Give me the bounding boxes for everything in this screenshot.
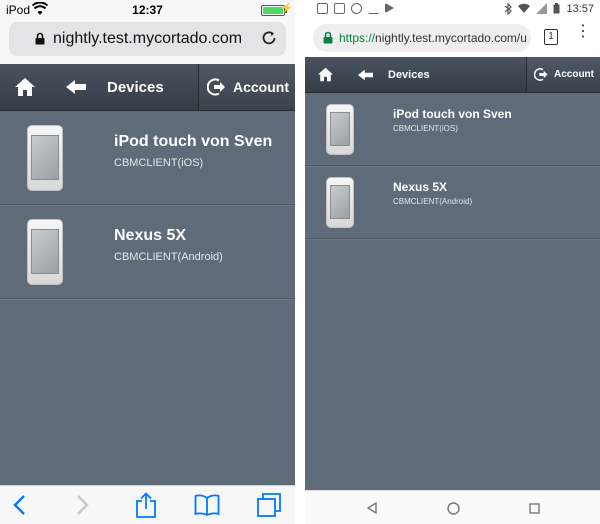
- circle-home-icon: [446, 501, 460, 515]
- browser-forward-button[interactable]: [70, 492, 96, 518]
- logout-icon: [207, 78, 225, 96]
- phone-icon: [326, 177, 354, 228]
- browser-back-button[interactable]: [6, 492, 32, 518]
- home-button[interactable]: [305, 57, 345, 92]
- book-icon: [194, 494, 220, 516]
- address-url: nightly.test.mycortado.com: [53, 30, 243, 47]
- app-navbar: Devices Account: [305, 57, 600, 93]
- wifi-icon: [518, 3, 530, 13]
- share-button[interactable]: [133, 492, 159, 518]
- address-url: https://nightly.test.mycortado.com/u: [339, 31, 527, 45]
- address-host: nightly.test.mycortado.com/u: [375, 31, 527, 45]
- lock-icon: [323, 31, 333, 44]
- status-time: 13:57: [566, 3, 594, 15]
- account-label: Account: [554, 69, 594, 80]
- android-screenshot: 13:57 https://nightly.test.mycortado.com…: [305, 0, 600, 524]
- mail-icon: [317, 3, 328, 14]
- arrow-left-icon: [66, 80, 86, 94]
- device-name: iPod touch von Sven: [114, 133, 273, 150]
- tabs-icon: [257, 493, 281, 517]
- device-list-item[interactable]: Nexus 5X CBMCLIENT(Android): [0, 205, 295, 299]
- overflow-menu-icon[interactable]: ⋮: [575, 24, 591, 47]
- status-time: 12:37: [132, 3, 163, 17]
- arrow-left-icon: [357, 69, 373, 80]
- back-button[interactable]: [353, 57, 377, 92]
- app-content: Devices Account iPod touch von Sven CBMC…: [305, 57, 600, 490]
- app-navbar: Devices Account: [0, 64, 295, 111]
- home-icon: [317, 67, 333, 82]
- page-title: Devices: [388, 68, 430, 81]
- battery-icon: [553, 3, 560, 14]
- address-bar[interactable]: nightly.test.mycortado.com: [9, 22, 286, 56]
- triangle-back-icon: [366, 502, 377, 514]
- bookmarks-button[interactable]: [194, 492, 220, 518]
- device-list-item[interactable]: Nexus 5X CBMCLIENT(Android): [305, 166, 600, 239]
- lock-icon: [35, 32, 45, 45]
- device-list-item[interactable]: iPod touch von Sven CBMCLIENT(iOS): [305, 93, 600, 166]
- system-back-button[interactable]: [364, 500, 380, 516]
- system-recents-button[interactable]: [526, 500, 542, 516]
- android-status-bar: 13:57: [305, 0, 600, 18]
- home-button[interactable]: [0, 64, 50, 110]
- ios-status-bar: iPod 12:37 ⚡: [0, 0, 295, 20]
- account-label: Account: [233, 79, 289, 95]
- reload-icon[interactable]: [260, 29, 278, 47]
- play-store-icon: [385, 3, 394, 13]
- device-name: iPod touch von Sven: [393, 107, 512, 121]
- download-done-icon: [368, 3, 379, 14]
- address-scheme: https://: [339, 31, 376, 45]
- logout-icon: [534, 68, 548, 81]
- device-name: Nexus 5X: [114, 227, 187, 244]
- bluetooth-icon: [504, 3, 512, 15]
- phone-icon: [27, 219, 63, 285]
- safari-toolbar: [0, 485, 295, 524]
- chevron-left-icon: [13, 495, 25, 515]
- device-client: CBMCLIENT(Android): [393, 197, 473, 206]
- charging-icon: ⚡: [280, 3, 293, 14]
- phone-icon: [27, 125, 63, 191]
- android-nav-bar: [305, 490, 600, 524]
- app-content: Devices Account iPod touch von Sven CBMC…: [0, 64, 295, 485]
- chevron-right-icon: [77, 495, 89, 515]
- address-bar[interactable]: https://nightly.test.mycortado.com/u: [313, 24, 531, 52]
- tab-switcher-button[interactable]: 1: [544, 29, 558, 45]
- device-client: CBMCLIENT(Android): [114, 251, 223, 263]
- image-icon: [334, 3, 345, 14]
- back-button[interactable]: [62, 64, 90, 110]
- ios-screenshot: iPod 12:37 ⚡ nightly.test.mycortado.com: [0, 0, 295, 524]
- system-home-button[interactable]: [445, 500, 461, 516]
- device-list-item[interactable]: iPod touch von Sven CBMCLIENT(iOS): [0, 111, 295, 205]
- share-icon: [136, 492, 156, 518]
- device-client: CBMCLIENT(iOS): [114, 157, 204, 169]
- page-title: Devices: [107, 78, 164, 96]
- tabs-button[interactable]: [256, 492, 282, 518]
- signal-icon: [536, 3, 547, 14]
- info-icon: [351, 3, 362, 14]
- phone-icon: [326, 104, 354, 155]
- device-name: Nexus 5X: [393, 180, 448, 194]
- square-recents-icon: [528, 502, 540, 514]
- account-button[interactable]: Account: [526, 57, 600, 92]
- account-button[interactable]: Account: [198, 64, 295, 110]
- device-client: CBMCLIENT(iOS): [393, 124, 458, 133]
- home-icon: [15, 78, 35, 96]
